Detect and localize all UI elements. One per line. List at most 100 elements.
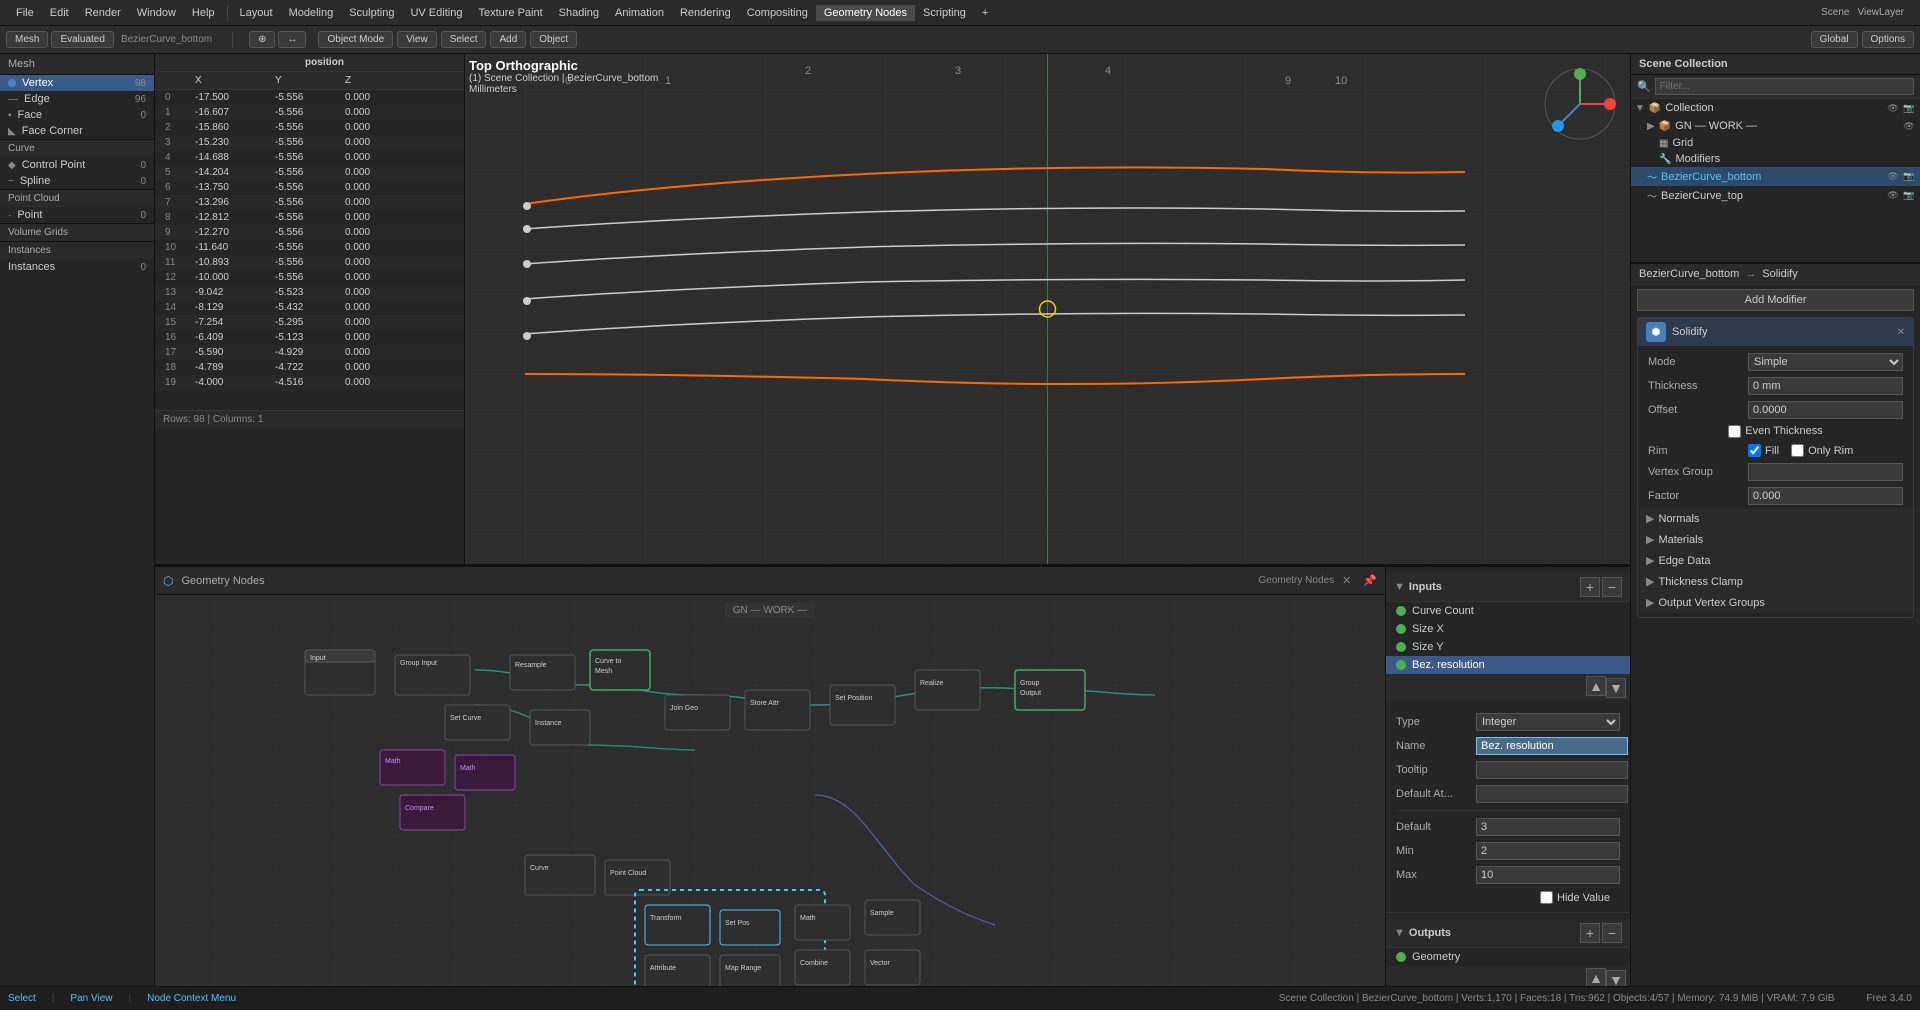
solidify-close[interactable]: ✕ [1897, 327, 1905, 338]
toolbar-view-btn[interactable]: View [397, 31, 437, 48]
inputs-add-btn[interactable]: + [1580, 577, 1600, 597]
mesh-item-spline[interactable]: ~ Spline 0 [0, 173, 154, 189]
outputs-scroll-down[interactable]: ▼ [1606, 970, 1626, 986]
mesh-item-control-point[interactable]: ◆ Control Point 0 [0, 157, 154, 173]
toolbar-evaluated-btn[interactable]: Evaluated [51, 31, 113, 48]
menu-rendering[interactable]: Rendering [672, 5, 739, 21]
max-input[interactable] [1476, 866, 1620, 884]
bc-bottom-vis[interactable]: 👁 [1886, 170, 1900, 184]
mode-select[interactable]: Simple Complex [1748, 353, 1903, 371]
geo-nodes-pin[interactable]: 📌 [1363, 574, 1377, 587]
inputs-scroll-up[interactable]: ▲ [1586, 676, 1606, 696]
tree-item-scene-collection[interactable]: ▼ 📦 Collection 👁 📷 [1631, 99, 1920, 117]
solidify-header[interactable]: ⬢ Solidify ✕ [1638, 318, 1913, 346]
menu-edit[interactable]: Edit [42, 5, 77, 21]
visibility-icon[interactable]: 👁 [1886, 101, 1900, 115]
inputs-scroll-down[interactable]: ▼ [1606, 678, 1626, 698]
tree-item-grid[interactable]: ▦ Grid [1631, 135, 1920, 151]
toolbar-move-btn[interactable]: ↔ [278, 31, 306, 48]
factor-input[interactable] [1748, 487, 1903, 505]
pan-view-status[interactable]: Pan View [70, 993, 112, 1004]
input-row-size-y[interactable]: Size Y [1386, 638, 1630, 656]
nav-gizmo[interactable] [1540, 64, 1620, 144]
geo-nodes-close[interactable]: ✕ [1342, 574, 1351, 587]
even-thickness-checkbox[interactable] [1728, 425, 1741, 438]
menu-geometry-nodes[interactable]: Geometry Nodes [816, 5, 915, 21]
toolbar-options-btn[interactable]: Options [1862, 31, 1914, 48]
input-row-size-x[interactable]: Size X [1386, 620, 1630, 638]
bc-top-render[interactable]: 📷 [1902, 189, 1916, 203]
vertex-group-input[interactable] [1748, 463, 1903, 481]
mesh-item-face[interactable]: ▪ Face 0 [0, 107, 154, 123]
output-geometry-row[interactable]: Geometry [1386, 948, 1630, 966]
geo-nodes-canvas[interactable]: GN — WORK — [155, 595, 1385, 986]
toolbar-object-btn[interactable]: Object [530, 31, 577, 48]
edge-data-section[interactable]: ▶ Edge Data [1638, 550, 1913, 571]
menu-window[interactable]: Window [129, 5, 184, 21]
output-vertex-groups-section[interactable]: ▶ Output Vertex Groups [1638, 592, 1913, 613]
gn-work-vis[interactable]: 👁 [1902, 119, 1916, 133]
tree-item-modifiers[interactable]: 🔧 Modifiers [1631, 151, 1920, 167]
menu-modeling[interactable]: Modeling [281, 5, 342, 21]
outputs-minus-btn[interactable]: − [1602, 923, 1622, 943]
top-viewport[interactable]: ⊕ ⬚ ✥ ↻ ⤢ ⊞ ✏ 📏 🔲 position [155, 54, 1630, 566]
toolbar-transform-btn[interactable]: Global [1811, 31, 1858, 48]
menu-animation[interactable]: Animation [607, 5, 672, 21]
toolbar-cursor-btn[interactable]: ⊕ [249, 31, 275, 48]
type-select[interactable]: Integer Float Vector [1476, 713, 1620, 731]
menu-shading[interactable]: Shading [551, 5, 607, 21]
mesh-item-point[interactable]: · Point 0 [0, 207, 154, 223]
menu-sculpting[interactable]: Sculpting [341, 5, 402, 21]
materials-section[interactable]: ▶ Materials [1638, 529, 1913, 550]
bc-top-vis[interactable]: 👁 [1886, 189, 1900, 203]
fill-checkbox[interactable] [1748, 444, 1761, 457]
hide-value-checkbox[interactable] [1540, 891, 1553, 904]
min-input[interactable] [1476, 842, 1620, 860]
scene-tree-scroll[interactable]: ▼ 📦 Collection 👁 📷 ▶ 📦 GN — WORK — 👁 [1631, 99, 1920, 262]
thickness-input[interactable] [1748, 377, 1903, 395]
default-input[interactable] [1476, 818, 1620, 836]
bc-bottom-render[interactable]: 📷 [1902, 170, 1916, 184]
toolbar-select-btn[interactable]: Select [441, 31, 487, 48]
table-scroll-area[interactable]: 0 -17.500 -5.556 0.000 1 -16.607 -5.556 … [155, 90, 464, 410]
normals-section[interactable]: ▶ Normals [1638, 508, 1913, 529]
menu-uv-editing[interactable]: UV Editing [402, 5, 470, 21]
tree-item-beziercurve-bottom[interactable]: 〜 BezierCurve_bottom 👁 📷 [1631, 167, 1920, 186]
add-modifier-button[interactable]: Add Modifier [1637, 289, 1914, 311]
tree-item-beziercurve-top[interactable]: 〜 BezierCurve_top 👁 📷 [1631, 186, 1920, 205]
select-status[interactable]: Select [8, 993, 36, 1004]
context-menu-status[interactable]: Node Context Menu [147, 993, 236, 1004]
render-icon[interactable]: 📷 [1902, 101, 1916, 115]
toolbar-mode-btn[interactable]: Object Mode [318, 31, 393, 48]
name-input[interactable] [1476, 737, 1628, 755]
scene-search-input[interactable] [1655, 78, 1914, 95]
input-row-bez-resolution[interactable]: Bez. resolution [1386, 656, 1630, 674]
toolbar-add-btn[interactable]: Add [490, 31, 526, 48]
menu-texture-paint[interactable]: Texture Paint [470, 5, 550, 21]
menu-file[interactable]: File [8, 5, 42, 21]
menu-render[interactable]: Render [77, 5, 129, 21]
thickness-clamp-section[interactable]: ▶ Thickness Clamp [1638, 571, 1913, 592]
mesh-item-edge[interactable]: — Edge 96 [0, 91, 154, 107]
default-at-input[interactable] [1476, 785, 1628, 803]
mesh-item-vertex[interactable]: Vertex 98 [0, 75, 154, 91]
mesh-item-instances[interactable]: Instances 0 [0, 259, 154, 275]
menu-layout[interactable]: Layout [232, 5, 281, 21]
menu-scripting[interactable]: Scripting [915, 5, 974, 21]
outputs-header[interactable]: ▼ Outputs + − [1386, 919, 1630, 948]
mesh-item-face-corner[interactable]: ◣ Face Corner [0, 123, 154, 139]
input-row-curve-count[interactable]: Curve Count [1386, 602, 1630, 620]
tooltip-input[interactable] [1476, 761, 1628, 779]
offset-input[interactable] [1748, 401, 1903, 419]
outputs-add-btn[interactable]: + [1580, 923, 1600, 943]
menu-compositing[interactable]: Compositing [739, 5, 816, 21]
viewport-canvas[interactable]: Top Orthographic (1) Scene Collection | … [465, 54, 1630, 564]
inputs-header[interactable]: ▼ Inputs + − [1386, 573, 1630, 602]
menu-help[interactable]: Help [184, 5, 223, 21]
menu-plus[interactable]: + [974, 5, 996, 21]
outputs-scroll-up[interactable]: ▲ [1586, 968, 1606, 986]
toolbar-mesh-btn[interactable]: Mesh [6, 31, 48, 48]
inputs-minus-btn[interactable]: − [1602, 577, 1622, 597]
tree-item-gn-work[interactable]: ▶ 📦 GN — WORK — 👁 [1631, 117, 1920, 135]
only-rim-checkbox[interactable] [1791, 444, 1804, 457]
